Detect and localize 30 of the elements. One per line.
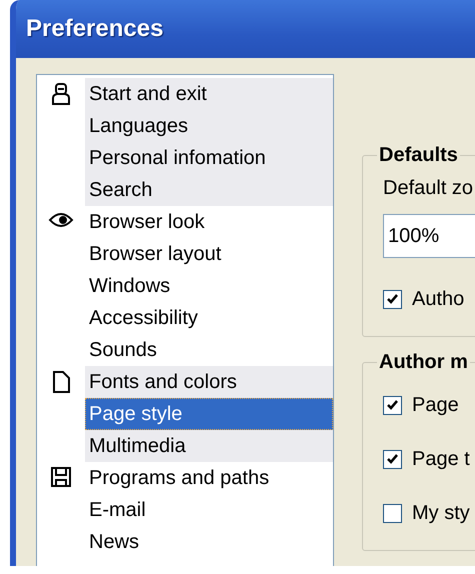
category-item[interactable]: Accessibility [85, 302, 333, 334]
eye-icon [48, 211, 74, 229]
check-mark-icon [387, 454, 398, 464]
category-item[interactable]: Browser look [85, 206, 333, 238]
category-item[interactable]: Programs and paths [85, 462, 333, 494]
category-item[interactable]: Page style [85, 398, 333, 430]
category-item[interactable]: Sounds [85, 334, 333, 366]
category-item[interactable]: Start and exit [85, 78, 333, 110]
check-mark-icon [387, 400, 398, 410]
category-item[interactable]: Fonts and colors [85, 366, 333, 398]
category-item[interactable]: E-mail [85, 494, 333, 526]
group-title: Defaults [378, 144, 459, 167]
checkbox[interactable]: Page [383, 378, 475, 432]
category-item[interactable]: Search [85, 174, 333, 206]
zoom-label: Default zo [383, 177, 474, 200]
check-mark-icon [387, 294, 398, 304]
checkbox[interactable]: My sty [383, 486, 475, 540]
checkbox[interactable]: Autho [383, 272, 475, 326]
category-item[interactable]: Languages [85, 110, 333, 142]
category-item[interactable]: Browser layout [85, 238, 333, 270]
page-icon [52, 371, 70, 393]
category-item[interactable]: Windows [85, 270, 333, 302]
group-title: Author m [378, 351, 469, 374]
category-item[interactable]: News [85, 526, 333, 558]
category-item[interactable]: Multimedia [85, 430, 333, 462]
category-item[interactable]: Personal infomation [85, 142, 333, 174]
window-title: Preferences [26, 15, 164, 43]
checkbox[interactable]: Page t [383, 432, 475, 486]
person-icon [51, 83, 71, 105]
zoom-field[interactable]: 100% [383, 214, 475, 258]
